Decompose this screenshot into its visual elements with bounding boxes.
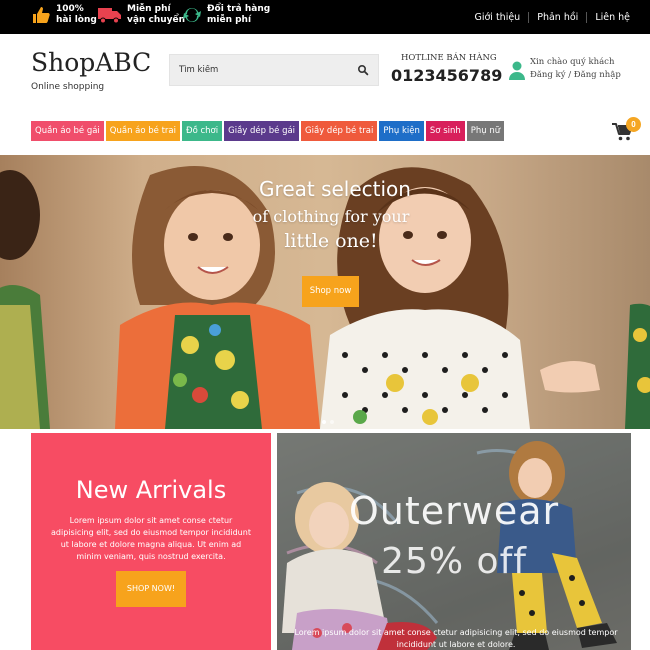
cart-count-badge: 0	[626, 117, 641, 132]
refresh-icon	[182, 4, 202, 26]
hotline-label: HOTLINE BÁN HÀNG	[401, 53, 497, 63]
promo-free-shipping: Miễn phí vận chuyển	[98, 4, 185, 26]
new-arrivals-title: New Arrivals	[75, 476, 227, 504]
nav-girls-clothing[interactable]: Quần áo bé gái	[31, 121, 104, 141]
search-icon[interactable]	[356, 63, 370, 77]
promo-line1: Miễn phí	[127, 4, 171, 14]
outerwear-discount: 25% off	[381, 541, 527, 582]
register-login-link[interactable]: Đăng ký / Đăng nhập	[530, 70, 621, 80]
category-nav: Quần áo bé gái Quần áo bé trai Đồ chơi G…	[31, 121, 506, 141]
hero-slider[interactable]: Great selection of clothing for your lit…	[0, 155, 650, 429]
thumbs-up-icon	[31, 4, 51, 26]
nav-toys[interactable]: Đồ chơi	[182, 121, 223, 141]
link-feedback[interactable]: Phản hồi	[528, 11, 586, 23]
promo-line2: vận chuyển	[127, 15, 186, 25]
promo-line1: Đổi trả hàng	[207, 4, 271, 14]
nav-women[interactable]: Phụ nữ	[466, 121, 505, 141]
site-tagline: Online shopping	[31, 82, 105, 92]
slider-dot-1[interactable]	[322, 420, 326, 424]
greeting-text: Xin chào quý khách	[530, 57, 615, 67]
nav-boys-shoes[interactable]: Giầy dép bé trai	[301, 121, 378, 141]
shop-now-button[interactable]: Shop now	[302, 276, 359, 307]
search-input[interactable]	[170, 55, 340, 85]
site-logo[interactable]: ShopABC	[31, 48, 151, 77]
user-icon	[509, 60, 525, 82]
top-links: Giới thiệu Phản hồi Liên hệ	[466, 0, 638, 34]
promo-line2: hài lòng	[56, 15, 97, 25]
promo-free-returns: Đổi trả hàng miễn phí	[182, 4, 270, 26]
slider-dots	[322, 420, 338, 424]
promo-line2: miễn phí	[207, 15, 252, 25]
hotline-number[interactable]: 0123456789	[391, 66, 502, 85]
nav-newborn[interactable]: Sơ sinh	[425, 121, 465, 141]
search-box	[169, 54, 379, 86]
slider-dot-2[interactable]	[330, 420, 334, 424]
link-about[interactable]: Giới thiệu	[466, 12, 528, 23]
new-arrivals-banner: New Arrivals Lorem ipsum dolor sit amet …	[31, 433, 271, 650]
outerwear-title: Outerwear	[348, 489, 560, 533]
outerwear-text: Lorem ipsum dolor sit amet conse ctetur …	[294, 628, 618, 649]
shop-now-banner-button[interactable]: SHOP NOW!	[116, 571, 186, 607]
promo-line1: 100%	[56, 4, 84, 14]
nav-boys-clothing[interactable]: Quần áo bé trai	[105, 121, 180, 141]
hero-heading: Great selection	[259, 177, 411, 201]
nav-girls-shoes[interactable]: Giầy dép bé gái	[224, 121, 300, 141]
nav-accessories[interactable]: Phụ kiện	[379, 121, 424, 141]
top-bar: 100% hài lòng Miễn phí vận chuyển Đổi trả …	[0, 0, 650, 34]
outerwear-banner[interactable]: Outerwear 25% off Lorem ipsum dolor sit …	[277, 433, 631, 650]
hero-subheading: of clothing for your	[252, 207, 410, 226]
hero-subheading-2: little one!	[284, 230, 378, 252]
promo-satisfaction: 100% hài lòng	[31, 4, 97, 26]
delivery-truck-icon	[98, 4, 122, 26]
new-arrivals-text: Lorem ipsum dolor sit amet conse ctetur …	[51, 516, 251, 561]
link-contact[interactable]: Liên hệ	[586, 11, 638, 23]
